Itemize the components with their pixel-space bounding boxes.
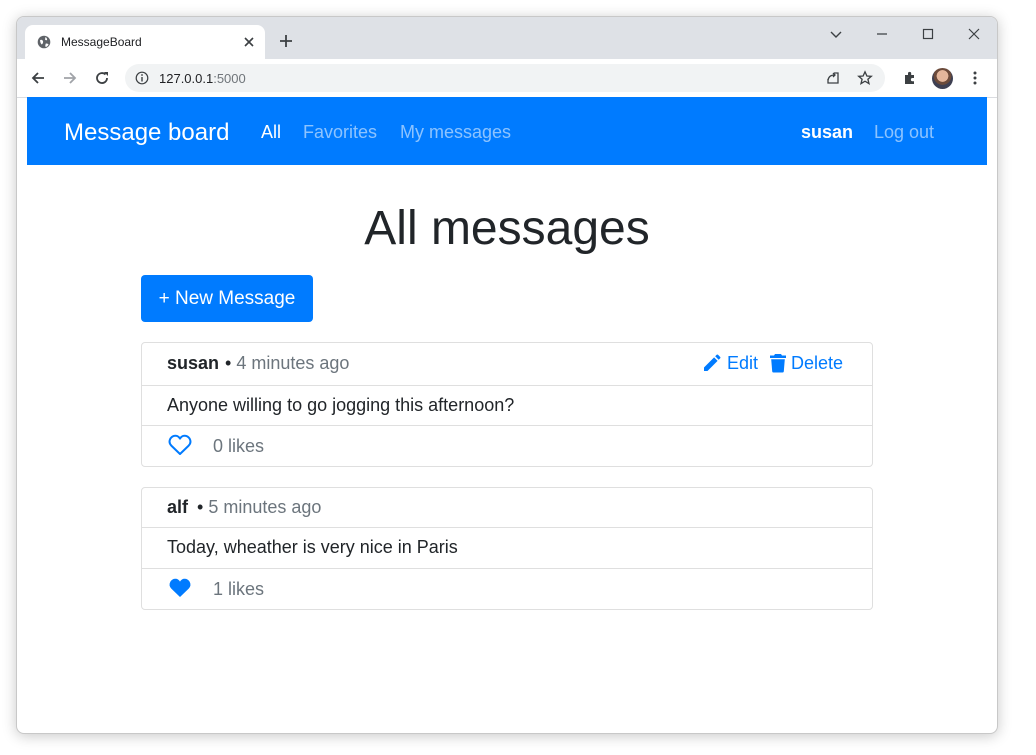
message-footer: 1 likes	[142, 568, 872, 609]
delete-button[interactable]: Delete	[791, 353, 843, 374]
nav-username[interactable]: susan	[801, 122, 853, 143]
message-header: susan • 4 minutes ago Edit Delete	[142, 343, 872, 385]
info-icon[interactable]	[135, 71, 149, 85]
navbar-brand[interactable]: Message board	[64, 119, 229, 147]
reload-icon[interactable]	[94, 70, 110, 86]
message-author: susan	[167, 353, 220, 373]
likes-count: 0 likes	[213, 436, 265, 456]
page-viewport: Message board All Favorites My messages …	[27, 97, 987, 733]
nav-link-all[interactable]: All	[261, 122, 281, 143]
nav-link-favorites[interactable]: Favorites	[303, 122, 377, 143]
message-text: Today, wheather is very nice in Paris	[167, 537, 458, 557]
heart-filled-icon[interactable]	[168, 577, 192, 599]
message-card: alf • 5 minutes ago Today, wheather is v…	[141, 487, 873, 610]
heart-outline-icon[interactable]	[168, 434, 192, 456]
message-text: Anyone willing to go jogging this aftern…	[167, 395, 515, 415]
minimize-icon[interactable]	[875, 27, 889, 41]
address-bar[interactable]: 127.0.0.1:5000	[125, 64, 885, 92]
maximize-icon[interactable]	[921, 27, 935, 41]
pencil-icon[interactable]	[702, 353, 722, 373]
tab-strip: MessageBoard	[17, 17, 997, 59]
profile-avatar[interactable]	[932, 68, 953, 89]
navbar: Message board All Favorites My messages …	[27, 97, 987, 165]
message-body: Anyone willing to go jogging this aftern…	[142, 385, 872, 425]
message-body: Today, wheather is very nice in Paris	[142, 527, 872, 568]
message-author: alf	[167, 497, 189, 517]
url-text: 127.0.0.1:5000	[159, 71, 246, 86]
browser-window: MessageBoard 127.0.0.1:5000 Message boar…	[16, 16, 998, 734]
nav-link-my-messages[interactable]: My messages	[400, 122, 511, 143]
trash-icon[interactable]	[769, 353, 787, 373]
likes-count: 1 likes	[213, 579, 265, 599]
chevron-down-icon[interactable]	[829, 27, 843, 41]
browser-toolbar: 127.0.0.1:5000	[17, 59, 997, 98]
star-icon[interactable]	[857, 70, 873, 86]
back-icon[interactable]	[30, 70, 46, 86]
extensions-icon[interactable]	[902, 70, 918, 86]
edit-button[interactable]: Edit	[727, 353, 758, 374]
page-title: All messages	[364, 202, 650, 255]
plus-icon[interactable]	[279, 34, 293, 48]
browser-tab[interactable]: MessageBoard	[25, 25, 265, 59]
message-footer: 0 likes	[142, 425, 872, 466]
tab-title: MessageBoard	[61, 35, 142, 49]
nav-logout[interactable]: Log out	[874, 122, 934, 143]
message-meta: • 5 minutes ago	[197, 497, 322, 517]
forward-icon[interactable]	[62, 70, 78, 86]
message-header: alf • 5 minutes ago	[142, 488, 872, 527]
window-close-icon[interactable]	[967, 27, 981, 41]
new-message-button[interactable]: + New Message	[141, 275, 313, 322]
menu-icon[interactable]	[967, 70, 983, 86]
share-icon[interactable]	[825, 70, 841, 86]
message-meta: • 4 minutes ago	[225, 353, 350, 373]
message-card: susan • 4 minutes ago Edit Delete Anyone…	[141, 342, 873, 467]
close-icon[interactable]	[243, 36, 255, 48]
globe-icon	[37, 35, 51, 49]
